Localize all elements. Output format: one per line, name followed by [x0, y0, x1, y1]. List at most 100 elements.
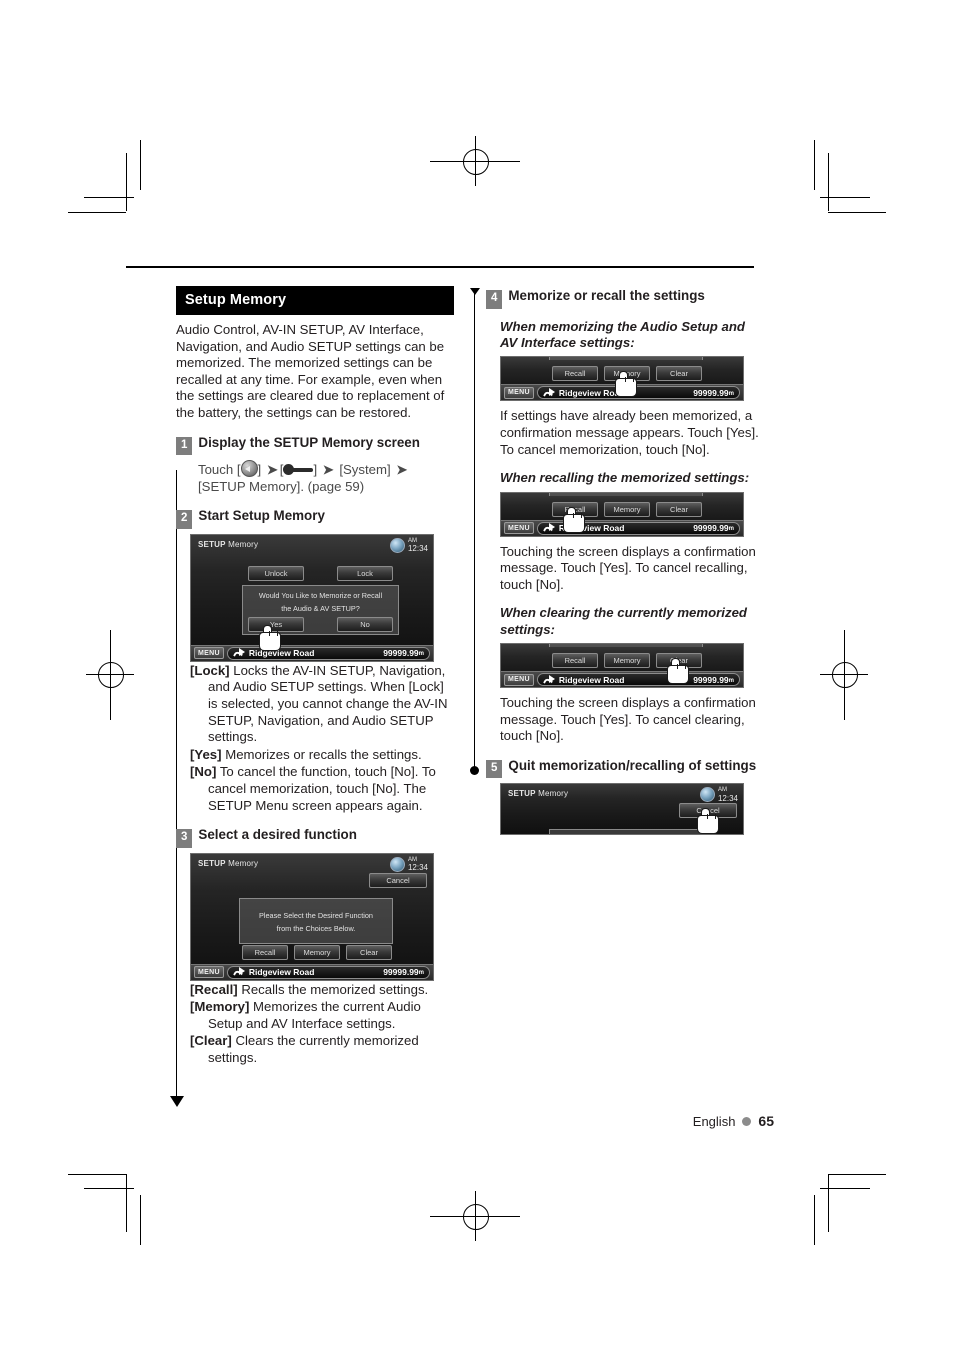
definition-no: [No] To cancel the function, touch [No].… [190, 764, 454, 814]
dialog-line-1: Would You Like to Memorize or Recall [258, 590, 383, 600]
footer-dot-icon [742, 1116, 752, 1126]
left-column: Setup Memory Audio Control, AV-IN SETUP,… [176, 286, 454, 1067]
screenshot-recall-touch: Recall Memory Clear MENU Ridgeview Road … [500, 491, 744, 537]
memory-button[interactable]: Memory [604, 653, 650, 669]
nav-footer: MENU Ridgeview Road 99999.99m [501, 519, 743, 536]
language-label: English [692, 1113, 736, 1129]
dialog-edge [549, 492, 703, 496]
touch-hand-icon [697, 808, 719, 835]
unlock-button[interactable]: Unlock [248, 565, 304, 581]
clock-time: 12:34 [407, 863, 428, 873]
setup-memory-label: [SETUP Memory]. (page 59) [198, 478, 365, 494]
globe-status-icon [389, 537, 405, 553]
definition-yes: [Yes] Memorizes or recalls the settings. [190, 747, 454, 764]
clock-time: 12:34 [717, 793, 738, 803]
prompt-dialog: Please Select the Desired Function from … [239, 897, 393, 944]
turn-arrow-icon [543, 674, 555, 685]
definition-recall: [Recall] Recalls the memorized settings. [190, 982, 454, 999]
right-column: 4 Memorize or recall the settings When m… [486, 288, 764, 836]
lock-button[interactable]: Lock [337, 565, 393, 581]
recall-button[interactable]: Recall [552, 653, 598, 669]
distance-readout: 99999.99m [693, 523, 734, 533]
nav-footer: MENU Ridgeview Road 99999.99m [191, 963, 433, 980]
left-margin-arrow-icon [170, 1096, 184, 1107]
navigation-bar[interactable]: Ridgeview Road 99999.99m [226, 646, 430, 660]
clearing-description: Touching the screen displays a confirmat… [500, 695, 756, 744]
subheading-clearing: When clearing the currently memorized se… [500, 605, 747, 637]
subheading-memorizing: When memorizing the Audio Setup and AV I… [500, 318, 745, 350]
step-1-touch-path: Touch [] ➤[] ➤ [System] ➤ [SETUP Memory]… [198, 460, 408, 494]
memory-button[interactable]: Memory [294, 944, 340, 960]
step-1-heading: 1 Display the SETUP Memory screen [176, 434, 454, 456]
definition-no-text: To cancel the function, touch [No]. To c… [208, 764, 436, 813]
clear-button[interactable]: Clear [346, 944, 392, 960]
screen-title-rest: Memory [225, 539, 259, 549]
step-5-number: 5 [486, 759, 503, 779]
menu-button[interactable]: MENU [504, 386, 534, 399]
globe-icon [240, 460, 258, 478]
definition-clear-text: Clears the currently memorized settings. [208, 1033, 419, 1065]
turn-arrow-icon [543, 523, 555, 533]
no-button[interactable]: No [337, 616, 393, 632]
page-number: 65 [758, 1113, 774, 1129]
screen-title-bold: SETUP [198, 858, 226, 868]
screen-title: SETUP Memory [198, 540, 258, 549]
header-rule [126, 266, 754, 268]
menu-button[interactable]: MENU [194, 647, 224, 660]
screen-title: SETUP Memory [508, 789, 568, 798]
nav-footer: MENU Ridgeview Road 99999.99m [191, 644, 433, 661]
clock-readout: AM 12:34 [408, 538, 428, 553]
cancel-button[interactable]: Cancel [369, 872, 427, 888]
step-3-number: 3 [176, 829, 193, 848]
status-clock: AM 12:34 [389, 537, 428, 553]
page-footer: English 65 [693, 1113, 774, 1129]
turn-arrow-icon [233, 648, 245, 658]
definition-clear: [Clear] Clears the currently memorized s… [190, 1033, 454, 1066]
definition-yes-text: Memorizes or recalls the settings. [225, 746, 422, 762]
navigation-bar[interactable]: Ridgeview Road 99999.99m [536, 386, 740, 400]
path-separator-1: ➤ [266, 462, 278, 478]
screenshot-select-function: SETUP Memory AM 12:34 Cancel Please Selec… [190, 852, 434, 981]
screenshot-quit-cancel: SETUP Memory AM12:34 Cancel [500, 783, 744, 836]
menu-button[interactable]: MENU [504, 673, 534, 686]
screen-title-rest: Memory [225, 858, 259, 868]
dialog-edge [549, 829, 703, 835]
navigation-bar[interactable]: Ridgeview Road 99999.99m [226, 965, 430, 979]
road-name: Ridgeview Road [248, 967, 315, 978]
dialog-line-2: from the Choices Below. [276, 923, 356, 933]
clear-button[interactable]: Clear [656, 366, 702, 382]
step-2-heading: 2 Start Setup Memory [176, 508, 454, 529]
navigation-bar[interactable]: Ridgeview Road 99999.99m [536, 673, 740, 687]
touch-mid: ] [257, 462, 265, 478]
definition-recall-text: Recalls the memorized settings. [241, 981, 429, 997]
distance-readout: 99999.99m [693, 674, 734, 685]
step-4-title: Memorize or recall the settings [508, 288, 705, 303]
step-4-number: 4 [486, 290, 503, 309]
column-divider-line [474, 292, 475, 770]
menu-button[interactable]: MENU [504, 522, 534, 534]
subheading-recalling: When recalling the memorized settings: [500, 470, 750, 486]
step-2-title: Start Setup Memory [198, 508, 325, 524]
recall-button[interactable]: Recall [552, 366, 598, 382]
dialog-edge [549, 644, 703, 648]
status-clock: AM 12:34 [699, 787, 738, 803]
menu-button[interactable]: MENU [194, 966, 224, 979]
step-3-heading: 3 Select a desired function [176, 827, 454, 848]
step-1-title: Display the SETUP Memory screen [198, 434, 420, 450]
turn-arrow-icon [543, 387, 555, 398]
manual-page: Setup Memory Audio Control, AV-IN SETUP,… [0, 0, 954, 1350]
definition-clear-term: [Clear] [190, 1033, 232, 1049]
path-separator-3: ➤ [396, 462, 408, 478]
definition-memory: [Memory] Memorizes the current Audio Set… [190, 999, 454, 1032]
definition-yes-term: [Yes] [190, 746, 222, 762]
page-title: Setup Memory [176, 286, 454, 315]
screenshot-memory-touch: Recall Memory Clear MENU Ridgeview Road … [500, 356, 744, 402]
recalling-description: Touching the screen displays a confirmat… [500, 543, 756, 592]
clear-button[interactable]: Clear [656, 501, 702, 517]
definition-lock-term: [Lock] [190, 662, 230, 678]
recall-button[interactable]: Recall [242, 944, 288, 960]
nav-footer: MENU Ridgeview Road 99999.99m [501, 671, 743, 688]
column-divider-arrow-icon [470, 288, 480, 295]
memory-button[interactable]: Memory [604, 501, 650, 517]
dialog-line-1: Please Select the Desired Function [259, 910, 373, 920]
